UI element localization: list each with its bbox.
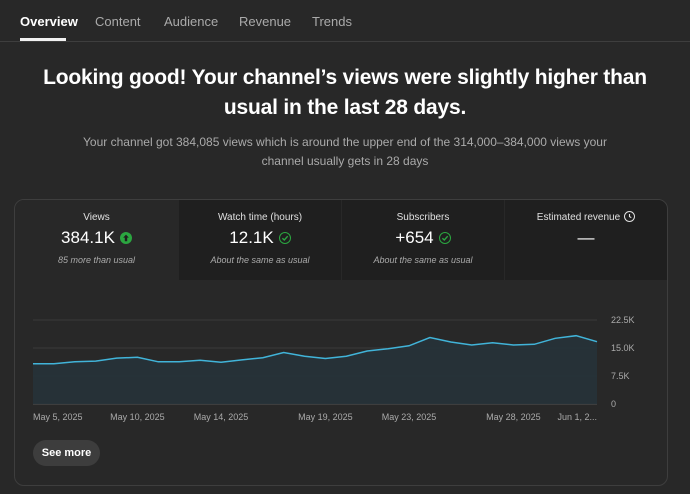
arrow-up-circle-icon <box>119 232 132 244</box>
x-tick-label: Jun 1, 2... <box>557 412 597 422</box>
active-tab-indicator <box>20 38 66 41</box>
series-area <box>33 335 597 404</box>
views-chart: 22.5K 15.0K 7.5K 0 May 5, 2025 May 10, 2025 Ma… <box>15 280 667 430</box>
y-tick-label: 15.0K <box>611 343 635 353</box>
y-tick-label: 7.5K <box>611 371 630 381</box>
metric-note: About the same as usual <box>373 255 473 265</box>
metric-value: — <box>577 228 595 247</box>
metric-label: Subscribers <box>396 212 450 223</box>
overview-card: Views 384.1K 85 more than usual Watch ti… <box>14 199 668 486</box>
metric-note: About the same as usual <box>210 255 310 265</box>
tab-audience[interactable]: Audience <box>164 14 218 29</box>
metric-watch-time[interactable]: Watch time (hours) 12.1K About the same … <box>179 200 341 280</box>
metric-label: Estimated revenue <box>536 212 621 224</box>
x-tick-label: May 10, 2025 <box>110 412 165 422</box>
metric-label: Watch time (hours) <box>217 212 303 223</box>
clock-icon <box>624 211 636 222</box>
headline-subtext: Your channel got 384,085 views which is … <box>83 135 607 168</box>
x-tick-label: May 23, 2025 <box>382 412 437 422</box>
metric-tabs: Views 384.1K 85 more than usual Watch ti… <box>15 200 667 280</box>
tab-revenue[interactable]: Revenue <box>239 14 291 29</box>
see-more-button[interactable]: See more <box>33 440 100 466</box>
check-circle-icon <box>278 232 291 244</box>
page-headline: Looking good! Your channel’s views were … <box>43 66 647 119</box>
x-tick-label: May 14, 2025 <box>194 412 249 422</box>
x-tick-label: May 28, 2025 <box>486 412 541 422</box>
y-tick-label: 0 <box>611 399 616 409</box>
check-circle-icon <box>438 232 451 244</box>
metric-value: 384.1K <box>61 228 115 247</box>
tab-overview[interactable]: Overview <box>20 14 78 29</box>
x-tick-label: May 5, 2025 <box>33 412 83 422</box>
y-tick-label: 22.5K <box>611 315 635 325</box>
tab-content[interactable]: Content <box>95 14 141 29</box>
metric-value: 12.1K <box>229 228 274 247</box>
views-chart-svg: 22.5K 15.0K 7.5K 0 May 5, 2025 May 10, 2025 Ma… <box>33 315 635 422</box>
metric-estimated-revenue[interactable]: Estimated revenue — <box>505 200 667 280</box>
tab-bar: Overview Content Audience Revenue Trends <box>0 0 690 42</box>
metric-views[interactable]: Views 384.1K 85 more than usual <box>15 200 178 280</box>
metric-note: 85 more than usual <box>57 255 136 265</box>
metric-subscribers[interactable]: Subscribers +654 About the same as usual <box>342 200 504 280</box>
x-tick-label: May 19, 2025 <box>298 412 353 422</box>
metric-label: Views <box>83 212 110 223</box>
metric-value: +654 <box>395 228 434 247</box>
tab-trends[interactable]: Trends <box>312 14 352 29</box>
